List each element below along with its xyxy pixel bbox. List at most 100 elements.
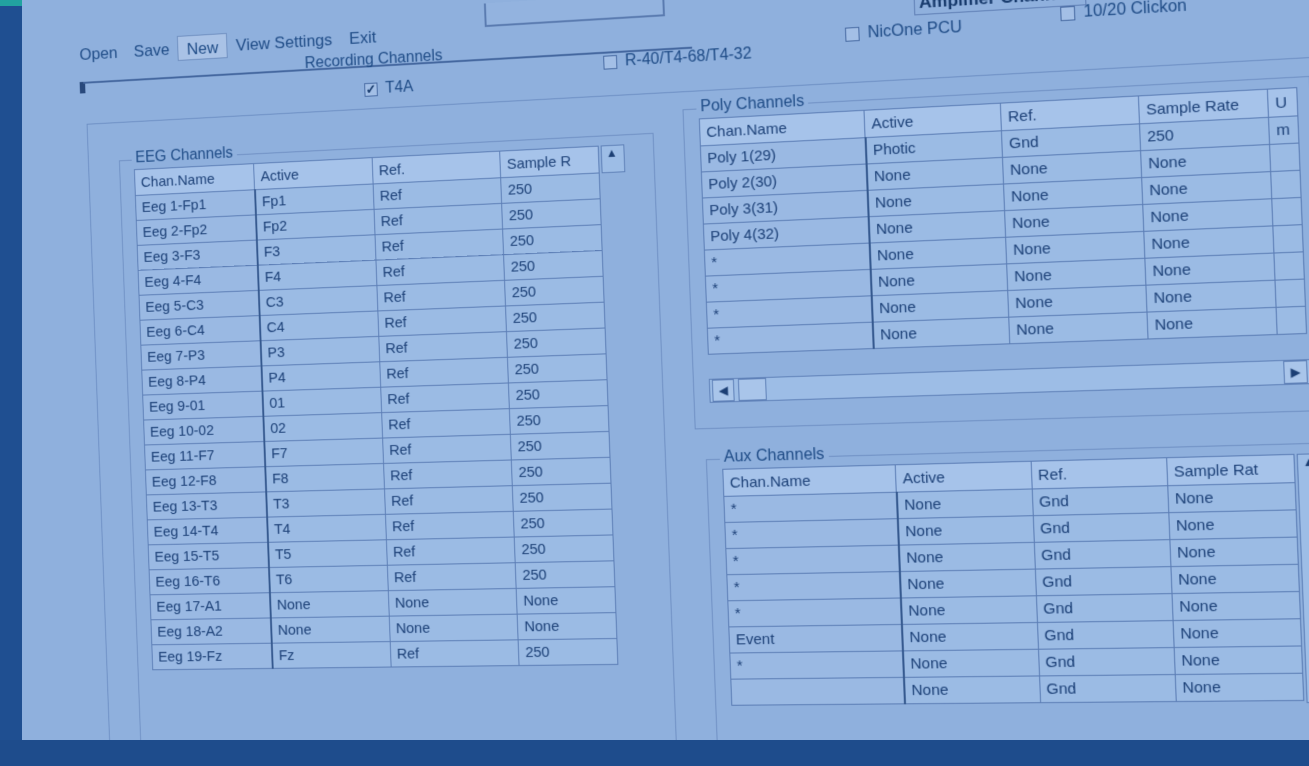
table-cell[interactable]: 250 [508, 379, 609, 409]
channel-name-cell[interactable]: Eeg 10-02 [143, 416, 265, 445]
channel-name-cell[interactable] [730, 677, 905, 706]
table-cell[interactable]: None [897, 515, 1034, 546]
channel-name-cell[interactable]: Eeg 16-T6 [149, 567, 270, 595]
table-cell[interactable] [1276, 306, 1307, 335]
table-cell[interactable]: None [1171, 591, 1301, 621]
table-cell[interactable]: 250 [515, 560, 615, 589]
table-cell[interactable]: 250 [513, 509, 613, 538]
table-cell[interactable]: None [903, 675, 1041, 704]
table-cell[interactable]: 02 [263, 412, 383, 442]
channel-name-cell[interactable]: Eeg 12-F8 [145, 466, 267, 495]
table-cell[interactable]: None [1169, 537, 1299, 567]
column-header[interactable]: U [1267, 87, 1298, 118]
table-cell[interactable]: Ref [382, 434, 512, 464]
table-cell[interactable]: None [901, 622, 1039, 651]
table-cell[interactable]: Gnd [1035, 593, 1173, 623]
table-cell[interactable]: 250 [505, 302, 606, 332]
table-cell[interactable]: None [1168, 509, 1298, 540]
table-cell[interactable]: None [389, 614, 519, 642]
table-cell[interactable]: 250 [518, 638, 618, 666]
table-cell[interactable]: None [1009, 312, 1149, 344]
table-cell[interactable]: 250 [506, 327, 607, 358]
table-cell[interactable]: None [269, 590, 390, 618]
table-row[interactable]: Eeg 19-Fz Fz Ref 250 [151, 638, 618, 670]
channel-name-cell[interactable]: * [725, 545, 900, 575]
table-cell[interactable]: 250 [510, 431, 610, 460]
table-cell[interactable]: None [1174, 673, 1304, 702]
table-cell[interactable]: None [902, 649, 1040, 678]
channel-name-cell[interactable]: Event [728, 624, 903, 654]
nicone-checkbox[interactable]: NicOne PCU [844, 19, 963, 44]
table-cell[interactable]: P4 [261, 361, 381, 392]
t4a-checkbox[interactable]: ✓ T4A [364, 79, 414, 99]
menu-view-settings[interactable]: View Settings [227, 26, 341, 58]
channel-name-cell[interactable]: * [723, 492, 898, 523]
channel-name-cell[interactable]: Eeg 19-Fz [151, 643, 273, 670]
table-cell[interactable]: Gnd [1031, 485, 1169, 516]
channel-name-cell[interactable]: * [724, 518, 899, 549]
table-row[interactable]: None Gnd None [730, 673, 1304, 706]
table-cell[interactable]: None [270, 616, 391, 644]
clickon-checkbox[interactable]: 10/20 Clickon [1060, 0, 1187, 23]
table-cell[interactable] [1270, 170, 1302, 199]
table-cell[interactable]: 01 [262, 387, 382, 417]
table-cell[interactable]: Gnd [1036, 620, 1174, 650]
table-cell[interactable]: Ref [384, 485, 514, 515]
table-cell[interactable]: None [896, 488, 1033, 519]
table-cell[interactable]: Gnd [1034, 566, 1172, 596]
scroll-up-icon[interactable]: ▲ [1298, 454, 1309, 473]
channel-name-cell[interactable]: * [727, 597, 902, 627]
eeg-scrollbar[interactable]: ▲ [600, 144, 626, 174]
channel-name-cell[interactable]: Eeg 9-01 [142, 391, 264, 421]
table-cell[interactable]: T4 [267, 514, 387, 543]
channel-name-cell[interactable]: Eeg 18-A2 [150, 617, 272, 645]
table-cell[interactable]: m [1268, 115, 1299, 145]
channel-name-cell[interactable]: Eeg 15-T5 [148, 542, 269, 570]
scroll-left-icon[interactable]: ◀ [711, 379, 735, 402]
table-cell[interactable]: 250 [509, 405, 610, 435]
menu-new[interactable]: New [177, 32, 229, 61]
table-cell[interactable]: F7 [264, 438, 384, 467]
table-cell[interactable]: None [899, 569, 1036, 598]
table-cell[interactable]: Fz [271, 641, 392, 669]
table-cell[interactable]: T3 [266, 488, 386, 518]
table-cell[interactable]: Ref [386, 537, 516, 566]
table-cell[interactable]: None [388, 588, 518, 617]
table-cell[interactable]: T6 [268, 565, 389, 593]
table-cell[interactable]: None [1170, 564, 1300, 594]
column-header[interactable]: Active [895, 461, 1032, 493]
table-cell[interactable] [1273, 224, 1304, 254]
menu-save[interactable]: Save [125, 36, 178, 64]
column-header[interactable]: Sample Rat [1166, 454, 1296, 486]
table-cell[interactable]: 250 [503, 250, 604, 281]
channel-name-cell[interactable]: Eeg 13-T3 [146, 491, 268, 520]
table-cell[interactable]: Gnd [1033, 539, 1171, 570]
table-cell[interactable] [1274, 251, 1305, 281]
menu-exit[interactable]: Exit [340, 23, 385, 51]
table-cell[interactable]: Ref [381, 408, 511, 439]
table-cell[interactable]: None [517, 612, 617, 640]
scroll-up-icon[interactable]: ▲ [602, 145, 622, 164]
table-cell[interactable] [1269, 143, 1301, 172]
table-cell[interactable]: None [1172, 618, 1302, 648]
table-cell[interactable]: None [1147, 307, 1278, 339]
channel-name-cell[interactable]: Eeg 17-A1 [150, 592, 271, 620]
table-cell[interactable]: None [872, 317, 1011, 349]
column-header[interactable]: Ref. [1030, 457, 1168, 489]
table-cell[interactable] [1275, 279, 1306, 308]
r40-checkbox[interactable]: R-40/T4-68/T4-32 [603, 45, 752, 71]
table-cell[interactable]: None [1173, 645, 1303, 675]
menu-open[interactable]: Open [71, 39, 126, 67]
table-cell[interactable] [1271, 197, 1303, 226]
table-cell[interactable]: Ref [385, 511, 515, 540]
table-cell[interactable]: 250 [514, 534, 614, 563]
scroll-right-icon[interactable]: ▶ [1283, 360, 1308, 384]
table-cell[interactable]: Ref [390, 639, 520, 668]
table-cell[interactable]: T5 [267, 539, 388, 568]
table-cell[interactable]: 250 [511, 457, 611, 486]
column-header[interactable]: Chan.Name [722, 464, 897, 497]
channel-name-cell[interactable]: * [726, 571, 901, 601]
channel-name-cell[interactable]: * [707, 322, 874, 355]
table-cell[interactable]: 250 [504, 276, 605, 306]
table-cell[interactable]: Gnd [1032, 512, 1170, 543]
